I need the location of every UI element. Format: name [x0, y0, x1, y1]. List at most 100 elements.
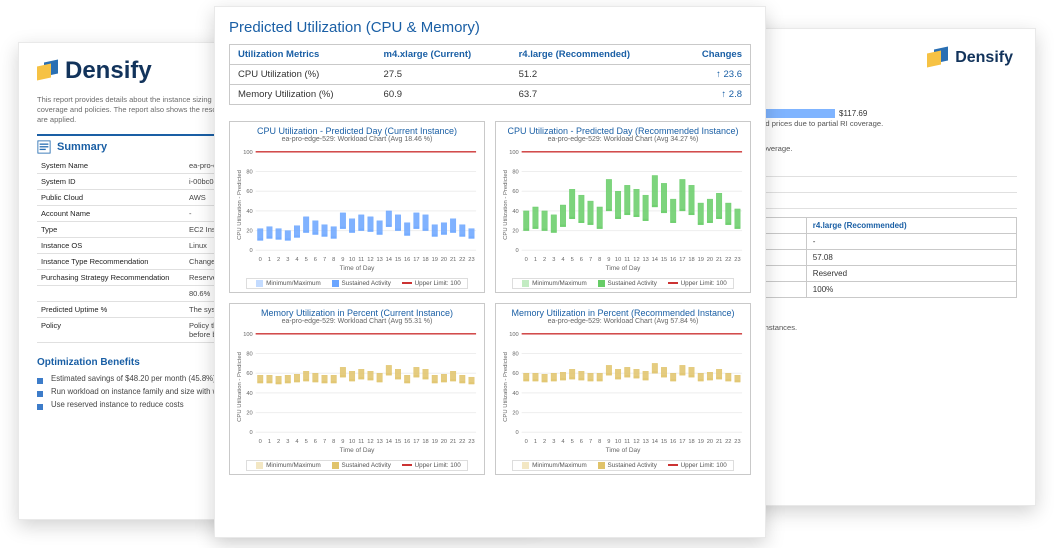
svg-text:3: 3	[552, 257, 555, 263]
svg-text:20: 20	[246, 411, 252, 417]
svg-text:10: 10	[349, 257, 355, 263]
chart-svg: 020406080100 CPU Utilization - Predicted…	[500, 145, 746, 265]
metrics-table: Utilization Metricsm4.xlarge (Current)r4…	[229, 44, 751, 105]
svg-text:13: 13	[642, 257, 648, 263]
svg-text:19: 19	[432, 439, 438, 445]
svg-text:22: 22	[459, 439, 465, 445]
chart-subtitle: ea-pro-edge-529: Workload Chart (Avg 18.…	[234, 136, 480, 143]
chart-xlabel: Time of Day	[234, 447, 480, 454]
metrics-row: Memory Utilization (%)60.963.7↑ 2.8	[230, 85, 751, 105]
chart-subtitle: ea-pro-edge-529: Workload Chart (Avg 55.…	[234, 318, 480, 325]
svg-text:5: 5	[305, 439, 308, 445]
svg-text:20: 20	[512, 411, 518, 417]
svg-text:80: 80	[512, 170, 518, 176]
summary-key: Account Name	[37, 206, 185, 222]
metric-change: ↑ 23.6	[677, 65, 751, 85]
metrics-head: Utilization Metrics	[230, 45, 376, 65]
svg-text:0: 0	[259, 439, 262, 445]
svg-text:14: 14	[652, 439, 658, 445]
chart-legend: Minimum/Maximum Sustained Activity Upper…	[512, 460, 734, 471]
svg-text:7: 7	[323, 439, 326, 445]
svg-text:13: 13	[642, 439, 648, 445]
svg-text:19: 19	[698, 439, 704, 445]
chart-box: Memory Utilization in Percent (Recommend…	[495, 303, 751, 475]
svg-text:8: 8	[332, 257, 335, 263]
svg-text:80: 80	[246, 170, 252, 176]
summary-title: Summary	[57, 141, 107, 153]
svg-text:4: 4	[295, 439, 298, 445]
metric-change: ↑ 2.8	[677, 85, 751, 105]
svg-text:11: 11	[358, 257, 364, 263]
svg-text:6: 6	[580, 257, 583, 263]
svg-text:5: 5	[305, 257, 308, 263]
svg-text:CPU Utilization - Predicted: CPU Utilization - Predicted	[237, 352, 243, 422]
svg-text:9: 9	[341, 257, 344, 263]
chart-svg: 020406080100 CPU Utilization - Predicted…	[234, 327, 480, 447]
svg-text:16: 16	[404, 257, 410, 263]
svg-text:5: 5	[571, 257, 574, 263]
brand-name: Densify	[65, 57, 152, 85]
svg-text:23: 23	[734, 257, 740, 263]
chart-xlabel: Time of Day	[234, 265, 480, 272]
chart-legend: Minimum/Maximum Sustained Activity Upper…	[512, 278, 734, 289]
price-amount: $117.69	[839, 109, 867, 118]
svg-text:18: 18	[422, 439, 428, 445]
svg-text:18: 18	[688, 439, 694, 445]
svg-text:80: 80	[246, 352, 252, 358]
cmp-cell: 57.08	[806, 249, 1016, 265]
summary-key: Instance Type Recommendation	[37, 254, 185, 270]
cmp-cell: Reserved	[806, 265, 1016, 281]
svg-text:7: 7	[589, 257, 592, 263]
chart-legend: Minimum/Maximum Sustained Activity Upper…	[246, 278, 468, 289]
svg-text:21: 21	[716, 439, 722, 445]
svg-text:17: 17	[679, 439, 685, 445]
svg-text:12: 12	[633, 439, 639, 445]
svg-text:15: 15	[661, 439, 667, 445]
svg-text:9: 9	[607, 439, 610, 445]
svg-text:16: 16	[670, 439, 676, 445]
chart-svg: 020406080100 CPU Utilization - Predicted…	[500, 327, 746, 447]
svg-text:40: 40	[246, 391, 252, 397]
svg-text:60: 60	[512, 189, 518, 195]
svg-text:40: 40	[246, 209, 252, 215]
chart-title: Memory Utilization in Percent (Recommend…	[500, 308, 746, 318]
svg-text:40: 40	[512, 209, 518, 215]
svg-text:18: 18	[422, 257, 428, 263]
metrics-row: CPU Utilization (%)27.551.2↑ 23.6	[230, 65, 751, 85]
svg-text:4: 4	[561, 257, 564, 263]
center-title: Predicted Utilization (CPU & Memory)	[229, 19, 751, 36]
svg-text:80: 80	[512, 352, 518, 358]
svg-text:6: 6	[314, 257, 317, 263]
svg-text:13: 13	[376, 439, 382, 445]
svg-text:0: 0	[250, 430, 253, 436]
svg-text:22: 22	[459, 257, 465, 263]
svg-text:1: 1	[268, 439, 271, 445]
chart-box: Memory Utilization in Percent (Current I…	[229, 303, 485, 475]
svg-text:60: 60	[246, 371, 252, 377]
svg-text:100: 100	[509, 332, 518, 338]
svg-text:21: 21	[450, 257, 456, 263]
svg-text:40: 40	[512, 391, 518, 397]
svg-text:CPU Utilization - Predicted: CPU Utilization - Predicted	[503, 352, 509, 422]
svg-text:4: 4	[295, 257, 298, 263]
svg-text:18: 18	[688, 257, 694, 263]
summary-key: System Name	[37, 158, 185, 174]
summary-key: Purchasing Strategy Recommendation	[37, 270, 185, 286]
metric-cur: 60.9	[376, 85, 511, 105]
svg-text:23: 23	[468, 257, 474, 263]
svg-text:100: 100	[509, 150, 518, 156]
svg-text:12: 12	[367, 257, 373, 263]
metric-name: CPU Utilization (%)	[230, 65, 376, 85]
chart-legend: Minimum/Maximum Sustained Activity Upper…	[246, 460, 468, 471]
svg-text:21: 21	[716, 257, 722, 263]
svg-text:14: 14	[386, 439, 392, 445]
svg-text:16: 16	[404, 439, 410, 445]
svg-text:0: 0	[516, 248, 519, 254]
svg-text:6: 6	[314, 439, 317, 445]
cmp-head: r4.large (Recommended)	[806, 217, 1016, 233]
svg-text:3: 3	[286, 257, 289, 263]
report-page-center: Predicted Utilization (CPU & Memory) Uti…	[214, 6, 766, 538]
svg-text:14: 14	[386, 257, 392, 263]
svg-text:7: 7	[589, 439, 592, 445]
svg-text:16: 16	[670, 257, 676, 263]
